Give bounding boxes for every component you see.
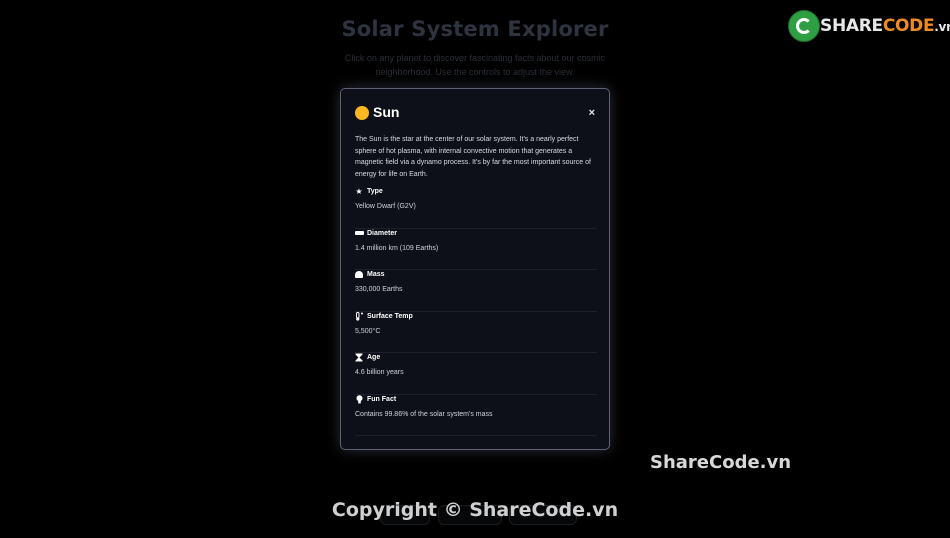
fact-label: Type	[367, 188, 383, 195]
logo-text: SHARECODE.vn	[820, 16, 950, 36]
watermark-copyright: Copyright © ShareCode.vn	[331, 499, 619, 521]
close-button[interactable]: ×	[589, 106, 595, 120]
fact-value: 4.6 billion years	[355, 369, 404, 376]
lightbulb-icon	[355, 394, 363, 404]
fact-label: Fun Fact	[367, 395, 397, 403]
fact-label: Surface Temp	[367, 312, 413, 320]
fact-age: Age 4.6 billion years	[355, 353, 597, 395]
fact-type: ★ Type Yellow Dwarf (G2V)	[355, 187, 597, 229]
fact-value: 330,000 Earths	[355, 286, 403, 293]
fact-label: Mass	[367, 271, 385, 278]
fact-value: Yellow Dwarf (G2V)	[355, 203, 416, 210]
star-icon: ★	[355, 187, 363, 196]
facts-list: ★ Type Yellow Dwarf (G2V) Diameter 1.4 m…	[355, 187, 597, 436]
fact-label: Age	[367, 354, 381, 361]
fact-value: 1.4 million km (109 Earths)	[355, 244, 439, 252]
planet-description: The Sun is the star at the center of our…	[355, 136, 591, 178]
planet-info-modal: Sun × The Sun is the star at the center …	[340, 88, 610, 450]
fact-value: 5,500°C	[355, 327, 381, 335]
watermark-site: ShareCode.vn	[650, 452, 792, 473]
fact-surface-temp: Surface Temp 5,500°C	[355, 311, 597, 353]
modal-title: Sun	[373, 104, 400, 120]
sharecode-logo: SHARECODE.vn	[788, 10, 950, 42]
fact-diameter: Diameter 1.4 million km (109 Earths)	[355, 229, 597, 270]
weight-icon	[355, 270, 363, 279]
fact-label: Diameter	[367, 229, 397, 237]
fact-value: Contains 99.86% of the solar system's ma…	[355, 410, 493, 418]
ruler-icon	[355, 229, 364, 238]
background-subtitle: Click on any planet to discover fascinat…	[344, 53, 606, 77]
sharecode-leaf-icon	[788, 10, 820, 42]
fact-mass: Mass 330,000 Earths	[355, 270, 597, 312]
sun-circle-icon	[355, 106, 369, 120]
fact-fun-fact: Fun Fact Contains 99.86% of the solar sy…	[355, 394, 597, 436]
hourglass-icon	[355, 353, 363, 362]
thermometer-icon	[355, 311, 363, 321]
